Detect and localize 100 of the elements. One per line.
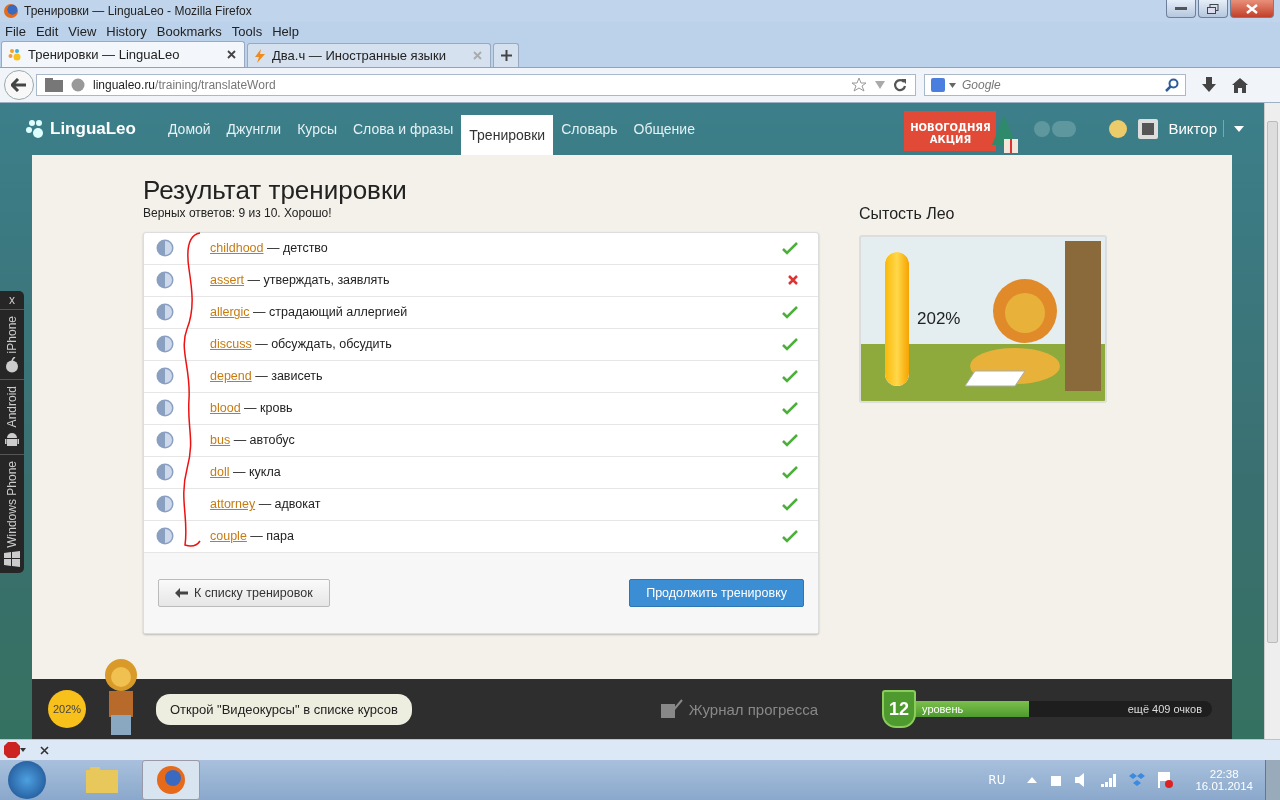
word-link[interactable]: blood <box>210 401 241 416</box>
word-link[interactable]: allergic <box>210 305 250 320</box>
close-panel-icon[interactable]: x <box>9 291 15 309</box>
restore-button[interactable] <box>1198 0 1228 18</box>
translation: — кровь <box>243 401 293 416</box>
adblock-icon[interactable] <box>4 742 26 758</box>
show-desktop-button[interactable] <box>1265 760 1280 800</box>
android-icon <box>5 431 19 448</box>
speaker-icon[interactable] <box>156 271 174 290</box>
speaker-icon[interactable] <box>156 463 174 482</box>
left-arrow-icon <box>175 587 188 598</box>
close-button[interactable] <box>1230 0 1274 18</box>
word-link[interactable]: bus <box>210 433 231 448</box>
new-tab-button[interactable] <box>493 43 519 67</box>
clock-date[interactable]: 16.01.2014 <box>1195 780 1253 792</box>
word-link[interactable]: depend <box>210 369 252 384</box>
close-bar-icon[interactable] <box>40 745 49 755</box>
plus-icon <box>500 50 512 61</box>
platform-tab[interactable]: Android <box>0 379 24 454</box>
page-title: Результат тренировки <box>143 174 408 206</box>
home-icon[interactable] <box>1232 77 1248 93</box>
translation: — детство <box>266 241 328 256</box>
points-remaining: ещё 409 очков <box>1127 703 1202 716</box>
speaker-icon[interactable] <box>156 399 174 418</box>
menu-item[interactable]: Tools <box>231 23 263 39</box>
speaker-icon[interactable] <box>156 431 174 450</box>
platform-tab[interactable]: iPhone <box>0 309 24 380</box>
folder-icon <box>45 78 63 92</box>
progress-journal-link[interactable]: Журнал прогресса <box>660 699 818 720</box>
browser-tab[interactable]: Тренировки — LinguaLeo <box>1 41 245 67</box>
close-icon <box>1246 3 1258 14</box>
satiety-reading: 202% <box>917 308 961 329</box>
translation: — кукла <box>231 465 281 480</box>
nav-link[interactable]: Слова и фразы <box>345 103 462 155</box>
journal-icon <box>660 699 683 720</box>
nav-link[interactable]: Домой <box>159 103 219 155</box>
translation: — автобус <box>232 433 295 448</box>
caret-icon[interactable] <box>1234 125 1244 132</box>
firefox-icon <box>4 4 18 18</box>
nav-link[interactable]: Тренировки <box>461 115 554 155</box>
continue-button[interactable]: Продолжить тренировку <box>629 578 804 607</box>
apple-icon <box>5 357 19 374</box>
back-to-list-button[interactable]: К списку тренировок <box>158 578 330 607</box>
word-link[interactable]: assert <box>210 273 245 288</box>
close-tab-icon[interactable] <box>227 50 236 59</box>
firefox-taskbar-icon[interactable] <box>142 760 200 800</box>
translation: — пара <box>249 529 294 544</box>
dropbox-icon[interactable] <box>1129 772 1146 788</box>
paw-icon <box>8 47 22 62</box>
browser-tab[interactable]: Два.ч — Иностранные языки <box>247 43 491 67</box>
search-icon[interactable] <box>1165 78 1179 92</box>
menu-item[interactable]: File <box>5 23 26 39</box>
nav-link[interactable]: Общение <box>625 103 703 155</box>
menu-item[interactable]: View <box>68 23 97 39</box>
menu-item[interactable]: Edit <box>35 23 59 39</box>
speaker-icon[interactable] <box>156 335 174 354</box>
translation: — обсуждать, обсудить <box>254 337 392 352</box>
level-shield: 12 <box>882 690 916 729</box>
dropdown-icon[interactable] <box>949 82 956 88</box>
menu-item[interactable]: Bookmarks <box>156 23 222 39</box>
language-indicator[interactable]: RU <box>988 773 1006 787</box>
signal-icon[interactable] <box>1101 773 1118 787</box>
speaker-icon[interactable] <box>156 367 174 386</box>
address-bar[interactable]: lingualeo.ru/training/translateWord <box>36 74 916 96</box>
word-link[interactable]: childhood <box>210 241 264 256</box>
translation: — адвокат <box>257 497 321 512</box>
download-icon[interactable] <box>1202 77 1216 93</box>
promo-banner[interactable]: НОВОГОДНЯЯ АКЦИЯ <box>904 111 997 151</box>
star-icon[interactable] <box>851 77 867 93</box>
satiety-badge[interactable]: 202% <box>48 690 86 729</box>
speaker-icon[interactable] <box>156 495 174 514</box>
reload-icon[interactable] <box>893 78 907 92</box>
minimize-button[interactable] <box>1166 0 1196 18</box>
back-button[interactable] <box>4 70 34 100</box>
speaker-icon[interactable] <box>156 239 174 258</box>
start-button[interactable] <box>8 761 46 799</box>
nav-link[interactable]: Словарь <box>553 103 626 155</box>
tray-expand-icon[interactable] <box>1027 777 1038 783</box>
translation: — зависеть <box>254 369 323 384</box>
platform-tab[interactable]: Windows Phone <box>0 453 24 574</box>
tip-bubble: Открой "Видеокурсы" в списке курсов <box>156 693 412 725</box>
nav-link[interactable]: Джунгли <box>218 103 290 155</box>
translation: — утверждать, заявлять <box>246 273 390 288</box>
word-link[interactable]: doll <box>210 465 230 480</box>
user-name[interactable]: Виктор <box>1168 120 1224 138</box>
word-link[interactable]: attorney <box>210 497 256 512</box>
speaker-icon[interactable] <box>156 527 174 546</box>
flag-icon[interactable] <box>1157 772 1174 788</box>
menu-item[interactable]: Help <box>272 23 299 39</box>
satiety-title: Сытость Лео <box>859 204 956 223</box>
menu-item[interactable]: History <box>106 23 147 39</box>
search-bar[interactable]: Google <box>924 74 1186 96</box>
logo[interactable]: LinguaLeo <box>26 118 136 139</box>
scrollbar[interactable] <box>1264 103 1280 739</box>
result-summary: Верных ответов: 9 из 10. Хорошо! <box>143 205 333 220</box>
speaker-icon[interactable] <box>156 303 174 322</box>
back-arrow-icon <box>11 78 27 92</box>
word-link[interactable]: discuss <box>210 337 252 352</box>
word-link[interactable]: couple <box>210 529 247 544</box>
nav-link[interactable]: Курсы <box>289 103 345 155</box>
